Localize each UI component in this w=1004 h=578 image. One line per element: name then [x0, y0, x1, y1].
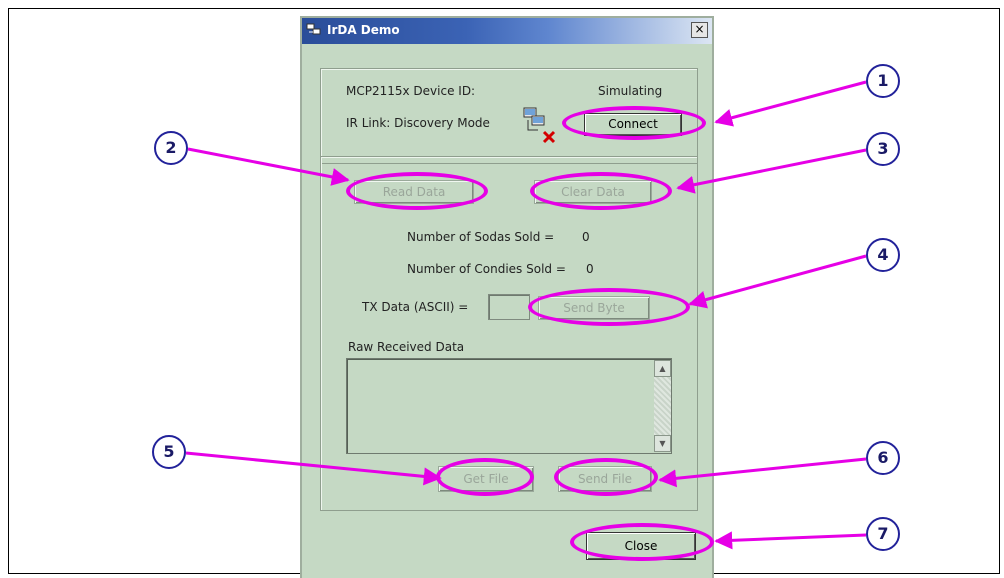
callout-arrow-3	[676, 148, 867, 194]
callout-arrow-2	[187, 147, 350, 186]
highlight-close	[570, 523, 714, 561]
callout-1: 1	[866, 64, 900, 98]
callout-4: 4	[866, 238, 900, 272]
highlight-send-file	[554, 458, 658, 496]
highlight-get-file	[436, 458, 534, 496]
callout-3: 3	[866, 132, 900, 166]
callout-arrow-1	[714, 80, 867, 127]
callout-arrow-7	[714, 531, 867, 550]
callout-arrow-5	[185, 451, 442, 486]
callout-6: 6	[866, 441, 900, 475]
highlight-clear-data	[530, 172, 672, 210]
callout-arrow-4	[688, 254, 867, 309]
highlight-send-byte	[528, 288, 690, 326]
highlight-connect	[562, 106, 706, 140]
callout-arrow-6	[658, 457, 867, 488]
highlight-read-data	[346, 172, 488, 210]
callout-2: 2	[154, 131, 188, 165]
callout-7: 7	[866, 517, 900, 551]
callout-5: 5	[152, 435, 186, 469]
